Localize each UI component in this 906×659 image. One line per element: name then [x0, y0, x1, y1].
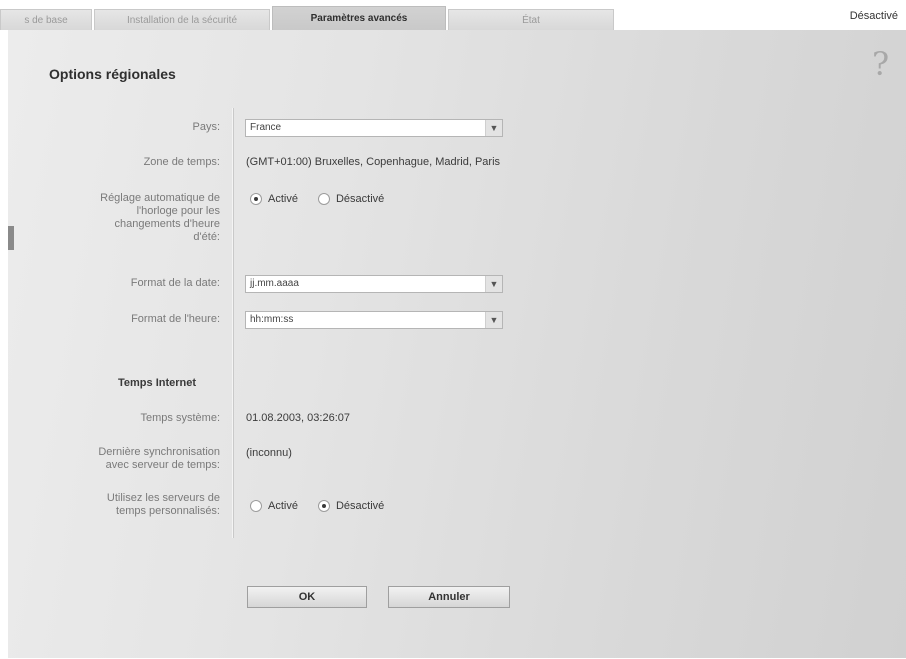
custom-servers-on-radio[interactable] [250, 500, 262, 512]
auto-dst-off-radio[interactable] [317, 193, 330, 205]
chevron-down-icon[interactable]: ▼ [485, 312, 502, 328]
section-title: Options régionales [49, 66, 176, 82]
country-select-value: France [250, 122, 282, 133]
cancel-button[interactable]: Annuler [388, 586, 510, 608]
auto-dst-label-line: changements d'heure [114, 218, 220, 230]
tab-bar: s de base Installation de la sécurité Pa… [0, 6, 906, 32]
router-config-screen: s de base Installation de la sécurité Pa… [0, 0, 906, 659]
custom-servers-label: Utilisez les serveurs de temps personnal… [8, 492, 220, 518]
custom-servers-radio-group: Activé Désactivé [250, 500, 398, 512]
auto-dst-radio-group: Activé Désactivé [250, 193, 398, 205]
tab-advanced-settings[interactable]: Paramètres avancés [272, 6, 446, 32]
chevron-down-icon[interactable]: ▼ [485, 120, 502, 136]
auto-dst-label-line: l'horloge pour les [136, 205, 220, 217]
custom-servers-off-radio[interactable] [317, 500, 330, 512]
timezone-value: (GMT+01:00) Bruxelles, Copenhague, Madri… [246, 156, 501, 168]
last-sync-value: (inconnu) [246, 447, 292, 459]
system-time-label: Temps système: [140, 412, 220, 424]
custom-servers-on-label[interactable]: Activé [268, 500, 298, 512]
last-sync-label-line: avec serveur de temps: [105, 459, 220, 471]
chevron-down-icon[interactable]: ▼ [485, 276, 502, 292]
tab-security-install[interactable]: Installation de la sécurité [94, 9, 270, 30]
system-time-value: 01.08.2003, 03:26:07 [246, 412, 350, 424]
auto-dst-label-line: Réglage automatique de [100, 192, 220, 204]
tab-basic[interactable]: s de base [0, 9, 92, 30]
auto-dst-off-label[interactable]: Désactivé [336, 193, 384, 205]
internet-time-heading: Temps Internet [118, 377, 197, 389]
time-format-label: Format de l'heure: [131, 313, 220, 325]
country-select[interactable]: France ▼ [245, 119, 503, 137]
last-sync-label: Dernière synchronisation avec serveur de… [8, 446, 220, 472]
help-icon[interactable]: ? [872, 48, 889, 80]
timezone-label: Zone de temps: [143, 156, 220, 168]
date-format-value: jj.mm.aaaa [250, 278, 299, 289]
form-divider [232, 108, 234, 538]
auto-dst-label: Réglage automatique de l'horloge pour le… [8, 192, 220, 244]
date-format-label: Format de la date: [130, 277, 220, 289]
time-format-select[interactable]: hh:mm:ss ▼ [245, 311, 503, 329]
country-label: Pays: [192, 121, 220, 133]
tab-status[interactable]: État [448, 9, 614, 30]
status-indicator: Désactivé [849, 10, 898, 22]
auto-dst-on-label[interactable]: Activé [268, 193, 298, 205]
time-format-value: hh:mm:ss [250, 314, 294, 325]
last-sync-label-line: Dernière synchronisation [98, 446, 220, 458]
custom-servers-label-line: temps personnalisés: [116, 505, 220, 517]
auto-dst-label-line: d'été: [193, 231, 220, 243]
auto-dst-on-radio[interactable] [250, 193, 262, 205]
ok-button[interactable]: OK [247, 586, 367, 608]
custom-servers-label-line: Utilisez les serveurs de [106, 492, 220, 504]
custom-servers-off-label[interactable]: Désactivé [336, 500, 384, 512]
date-format-select[interactable]: jj.mm.aaaa ▼ [245, 275, 503, 293]
